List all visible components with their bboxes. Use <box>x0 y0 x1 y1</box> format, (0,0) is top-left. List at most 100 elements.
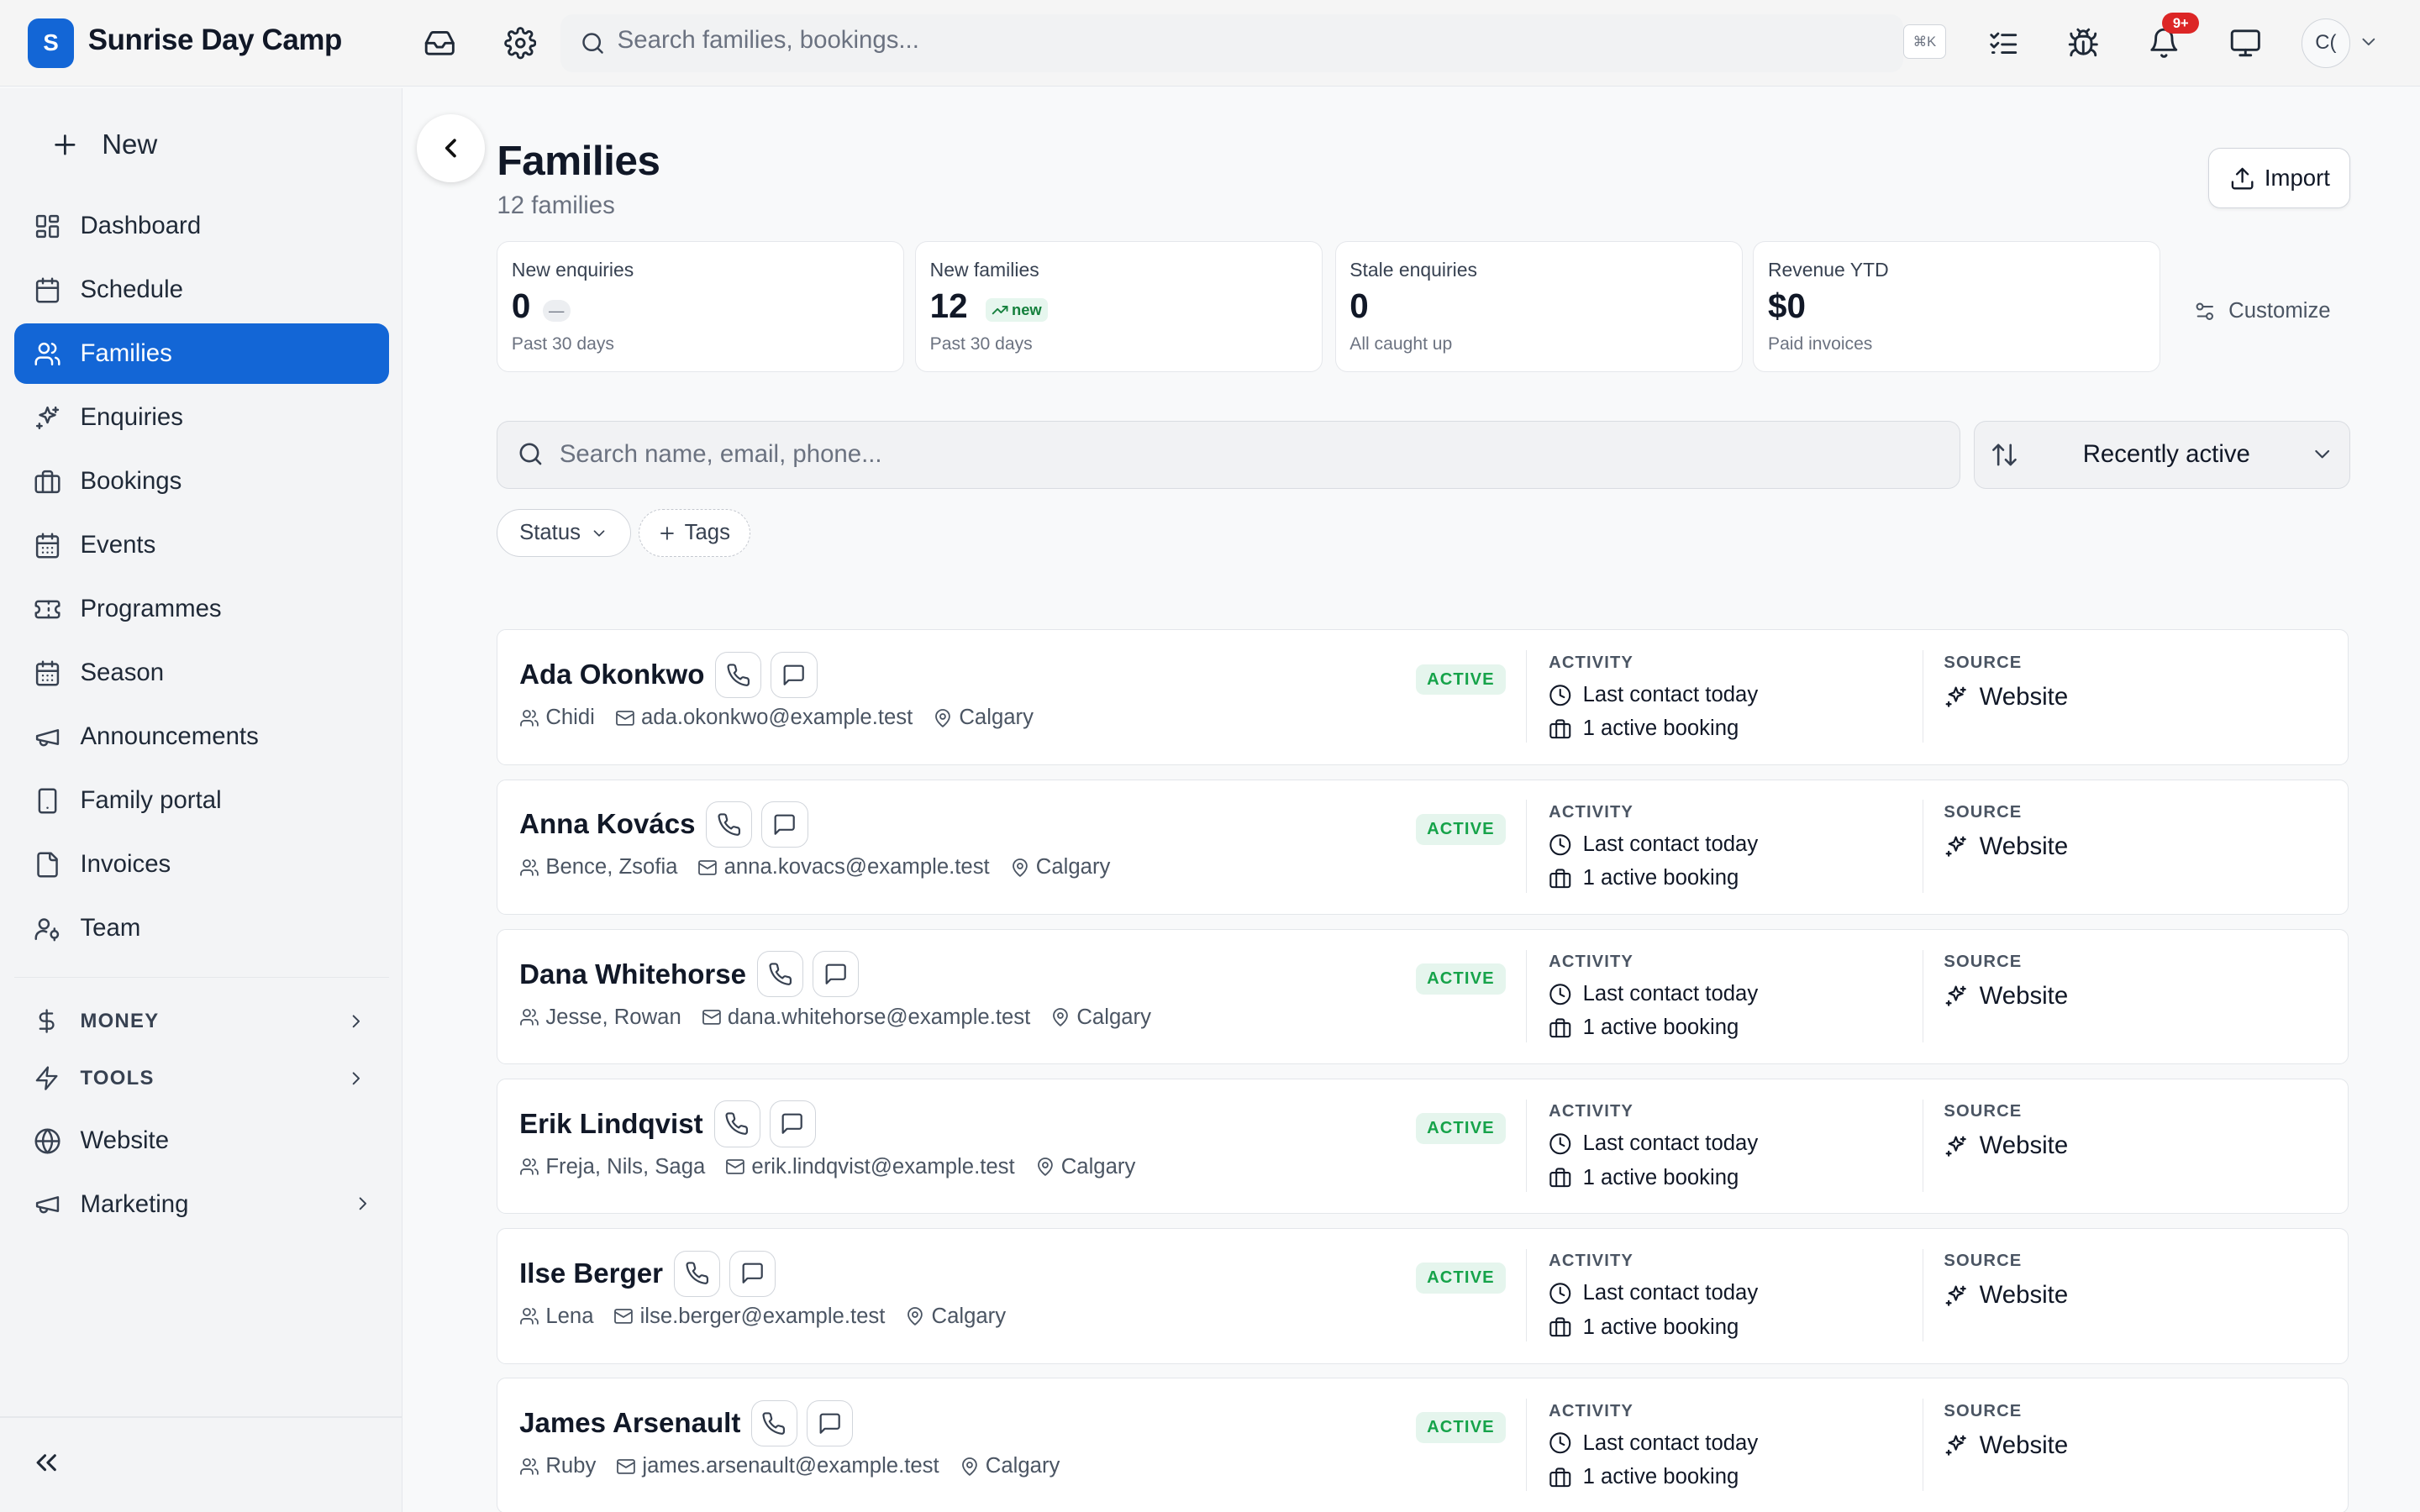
call-button[interactable] <box>756 951 804 998</box>
family-name[interactable]: Erik Lindqvist <box>519 1109 703 1141</box>
mail-icon <box>615 710 634 726</box>
customize-button[interactable]: Customize <box>2193 299 2331 323</box>
message-icon <box>819 1413 840 1434</box>
settings-icon[interactable] <box>498 22 541 65</box>
source-heading: SOURCE <box>1944 1252 2023 1271</box>
sidebar-item-enquiries[interactable]: Enquiries <box>14 387 389 448</box>
sidebar-section-tools[interactable]: TOOLS <box>14 1053 389 1105</box>
family-email[interactable]: james.arsenault@example.test <box>642 1454 939 1478</box>
active-bookings-text: 1 active booking <box>1582 866 1739 890</box>
family-name[interactable]: Anna Kovács <box>519 809 695 841</box>
user-avatar[interactable]: C( <box>2301 18 2351 68</box>
sidebar-item-website[interactable]: Website <box>14 1110 389 1171</box>
sidebar-item-season[interactable]: Season <box>14 643 389 703</box>
sidebar-item-team[interactable]: Team <box>14 899 389 959</box>
phone-call-icon <box>725 1112 749 1136</box>
call-button[interactable] <box>750 1399 797 1446</box>
active-bookings: 1 active booking <box>1549 1166 1739 1190</box>
section-label: MONEY <box>80 1009 160 1032</box>
status-filter-label: Status <box>519 521 581 545</box>
sidebar-item-events[interactable]: Events <box>14 515 389 575</box>
column-divider <box>1922 800 1924 893</box>
stat-card-new-families[interactable]: New families 12 new Past 30 days <box>915 240 1323 372</box>
last-contact: Last contact today <box>1549 1131 1758 1156</box>
family-row[interactable]: Ilse Berger Lena ilse.berger@example.tes… <box>497 1227 2349 1364</box>
family-name[interactable]: Dana Whitehorse <box>519 959 746 991</box>
stat-card-revenue-ytd[interactable]: Revenue YTD $0 Paid invoices <box>1753 240 2161 372</box>
sidebar-item-announcements[interactable]: Announcements <box>14 707 389 768</box>
call-button[interactable] <box>715 652 762 699</box>
family-name[interactable]: James Arsenault <box>519 1408 740 1440</box>
sort-select[interactable]: Recently active <box>1974 421 2351 490</box>
children-info: Bence, Zsofia <box>519 855 677 879</box>
stat-card-new-enquiries[interactable]: New enquiries 0 — Past 30 days <box>497 240 905 372</box>
column-divider <box>1922 1099 1924 1192</box>
clock-icon <box>1549 1133 1571 1155</box>
sidebar-item-dashboard[interactable]: Dashboard <box>14 196 389 256</box>
source-heading: SOURCE <box>1944 1102 2023 1121</box>
import-button[interactable]: Import <box>2208 148 2351 208</box>
family-name[interactable]: Ada Okonkwo <box>519 659 704 691</box>
sidebar-section-money[interactable]: MONEY <box>14 995 389 1047</box>
sidebar-item-invoices[interactable]: Invoices <box>14 835 389 895</box>
row-actions <box>713 1100 816 1147</box>
stat-card-stale-enquiries[interactable]: Stale enquiries 0 All caught up <box>1334 240 1743 372</box>
sidebar-item-marketing[interactable]: Marketing <box>14 1174 389 1235</box>
family-row[interactable]: Anna Kovács Bence, Zsofia anna.kovacs@ex… <box>497 779 2349 916</box>
sort-icon <box>1990 440 2019 470</box>
family-row[interactable]: James Arsenault Ruby james.arsenault@exa… <box>497 1378 2349 1512</box>
shortcut-hint: ⌘K <box>1902 24 1947 59</box>
family-email[interactable]: ilse.berger@example.test <box>640 1305 886 1329</box>
family-details: Freja, Nils, Saga erik.lindqvist@example… <box>519 1155 1155 1179</box>
tags-filter[interactable]: Tags <box>639 509 750 558</box>
message-button[interactable] <box>729 1250 776 1297</box>
family-email[interactable]: ada.okonkwo@example.test <box>641 706 913 730</box>
new-button[interactable]: New <box>34 118 342 171</box>
family-row[interactable]: Erik Lindqvist Freja, Nils, Saga erik.li… <box>497 1078 2349 1215</box>
inbox-icon[interactable] <box>418 22 461 65</box>
page-subtitle: 12 families <box>497 191 615 219</box>
children-info: Lena <box>519 1305 594 1329</box>
call-button[interactable] <box>673 1250 720 1297</box>
app-name[interactable]: Sunrise Day Camp <box>88 24 343 57</box>
family-name[interactable]: Ilse Berger <box>519 1258 663 1290</box>
column-divider <box>1922 650 1924 743</box>
sidebar-item-families[interactable]: Families <box>13 323 389 384</box>
sidebar-nav: Dashboard Schedule Families Enquiries Bo… <box>13 196 389 962</box>
location-info: Calgary <box>1035 1155 1135 1179</box>
message-button[interactable] <box>813 951 860 998</box>
call-button[interactable] <box>713 1100 760 1147</box>
app-logo[interactable]: S <box>28 18 75 68</box>
call-button[interactable] <box>706 801 753 848</box>
family-email[interactable]: erik.lindqvist@example.test <box>751 1155 1014 1179</box>
family-email[interactable]: dana.whitehorse@example.test <box>728 1005 1030 1030</box>
status-filter[interactable]: Status <box>497 509 632 558</box>
monitor-icon[interactable] <box>2224 22 2267 65</box>
briefcase-icon <box>1549 1168 1571 1188</box>
sidebar-item-schedule[interactable]: Schedule <box>14 260 389 320</box>
family-search-input[interactable] <box>559 440 1918 470</box>
bug-icon[interactable] <box>2062 22 2105 65</box>
family-row[interactable]: Ada Okonkwo Chidi ada.okonkwo@example.te… <box>497 629 2349 765</box>
message-button[interactable] <box>761 801 808 848</box>
sidebar-item-family-portal[interactable]: Family portal <box>14 771 389 832</box>
message-button[interactable] <box>769 1100 816 1147</box>
family-row[interactable]: Dana Whitehorse Jesse, Rowan dana.whiteh… <box>497 928 2349 1065</box>
checklist-icon[interactable] <box>1981 22 2024 65</box>
sidebar-item-bookings[interactable]: Bookings <box>14 451 389 512</box>
global-search[interactable] <box>560 13 1903 73</box>
message-button[interactable] <box>806 1399 853 1446</box>
family-search[interactable] <box>497 421 1960 490</box>
sidebar-item-label: Season <box>80 659 165 687</box>
location-info: Calgary <box>905 1305 1006 1329</box>
collapse-sidebar-icon[interactable] <box>29 1446 63 1479</box>
phone-call-icon <box>727 664 750 686</box>
phone-call-icon <box>686 1262 708 1285</box>
global-search-input[interactable] <box>617 26 1544 55</box>
sidebar-item-label: Events <box>80 531 156 559</box>
sidebar-item-programmes[interactable]: Programmes <box>14 579 389 639</box>
family-email[interactable]: anna.kovacs@example.test <box>724 855 990 879</box>
back-button[interactable] <box>416 113 485 182</box>
message-button[interactable] <box>771 652 818 699</box>
chevron-down-icon[interactable] <box>2358 31 2380 53</box>
